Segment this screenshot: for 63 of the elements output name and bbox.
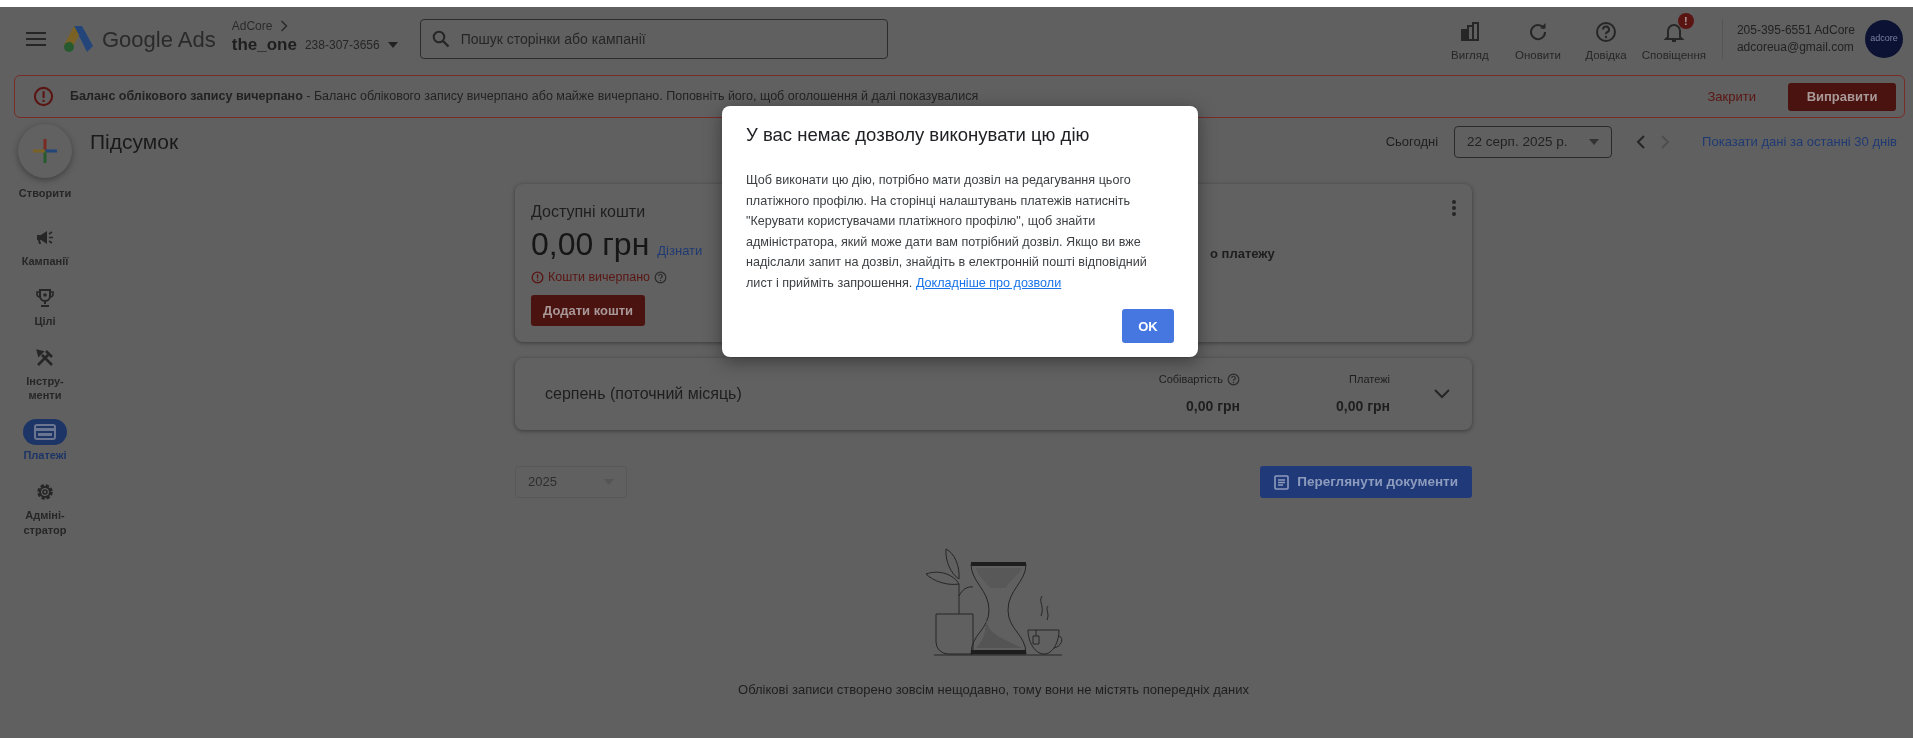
dismiss-button[interactable]: Закрити xyxy=(1701,85,1762,108)
tools-icon xyxy=(35,347,55,368)
learn-more-link[interactable]: Дізнати xyxy=(657,240,703,260)
column-label: Собівартість xyxy=(1158,372,1223,388)
document-icon xyxy=(1274,474,1290,490)
help-icon xyxy=(1594,21,1617,44)
create-button[interactable] xyxy=(18,124,72,178)
month-title: серпень (поточний місяць) xyxy=(545,384,742,404)
funds-status: Кошти вичерпано xyxy=(548,269,651,286)
logo-icon xyxy=(62,25,94,53)
chevron-left-icon[interactable] xyxy=(1636,135,1646,149)
fix-button[interactable]: Виправити xyxy=(1788,82,1896,111)
bar-chart-icon xyxy=(1458,21,1481,44)
notification-badge: ! xyxy=(1677,13,1694,30)
caret-icon xyxy=(1589,139,1600,145)
today-label: Сьогодні xyxy=(1385,133,1439,152)
card-title: Доступні кошти xyxy=(531,202,647,222)
add-funds-button[interactable]: Додати кошти xyxy=(531,294,646,326)
expand-icon[interactable] xyxy=(1434,389,1450,399)
plus-icon xyxy=(32,138,58,164)
bell-icon xyxy=(1662,21,1685,44)
sidebar-item[interactable]: Платежі xyxy=(5,419,85,464)
menu-button[interactable] xyxy=(26,32,46,46)
sidebar-item[interactable]: Адміні- стратор xyxy=(5,479,85,538)
sidebar-item[interactable]: Інстру- менти xyxy=(5,344,85,404)
trophy-icon xyxy=(35,287,55,308)
search-field[interactable]: Пошук сторінки або кампанії xyxy=(419,19,888,59)
empty-state-message: Облікові записи створено зовсім нещодавно, тому вони не містять попередніх даних xyxy=(738,681,1249,699)
avatar[interactable]: adcore xyxy=(1865,20,1903,58)
error-icon xyxy=(33,86,54,107)
card-icon xyxy=(34,424,56,441)
page-title: Підсумок xyxy=(90,129,179,155)
chevron-right-icon xyxy=(280,20,289,33)
column-value: 0,00 грн xyxy=(1336,396,1390,416)
sidebar-item[interactable]: Кампанії xyxy=(5,224,85,269)
balance-amount: 0,00 грн xyxy=(531,228,650,260)
ok-button[interactable]: OK xyxy=(1122,309,1174,344)
toolbar-button[interactable]: Сповіщення ! xyxy=(1639,13,1708,65)
account-info: 205-395-6551 AdCore xyxy=(1736,21,1855,39)
sidebar-item[interactable]: Цілі xyxy=(5,284,85,329)
help-icon[interactable] xyxy=(1227,373,1240,386)
search-icon xyxy=(431,30,450,48)
learn-more-link[interactable]: Докладніше про дозволи xyxy=(915,275,1062,290)
account-email: adcoreua@gmail.com xyxy=(1736,39,1855,56)
caret-icon xyxy=(387,42,398,48)
date-range-link[interactable]: Показати дані за останні 30 днів xyxy=(1702,132,1897,152)
gear-icon xyxy=(35,482,55,503)
column-value: 0,00 грн xyxy=(1186,396,1240,416)
alert-message: Баланс облікового запису вичерпано - Баланс облікового запису вичерпано або майже вичерпано. Поповніть його, щоб оголошення й далі показувалися xyxy=(70,88,979,106)
dialog-message: Щоб виконати цю дію, потрібно мати дозвіл на редагування цього платіжного профілю. На сторінці налаштувань платежів натисніть "Керувати користувачами платіжного профілю", щоб знайти адміністратора, який може дати вам потрібний дозвіл. Якщо ви вже надіслали запит на дозвіл, знайдіть в електронній пошті відповідний лист і прийміть запрошення. Докладніше про дозволи xyxy=(746,172,1148,292)
help-icon[interactable] xyxy=(654,270,668,284)
more-icon[interactable] xyxy=(1452,200,1456,216)
account-switcher[interactable]: the_one 238-307-3656 xyxy=(231,32,398,58)
date-picker[interactable]: 22 серп. 2025 р. xyxy=(1454,126,1613,158)
column-label: Платежі xyxy=(1349,372,1390,388)
dialog-title: У вас немає дозволу виконувати цю дію xyxy=(746,124,1091,147)
toolbar-button[interactable]: Оновити xyxy=(1503,13,1572,65)
payment-info: о платежу xyxy=(1210,245,1275,263)
view-documents-button[interactable]: Переглянути документи xyxy=(1260,466,1472,498)
toolbar-button[interactable]: Довідка xyxy=(1571,13,1640,65)
toolbar-button[interactable]: Вигляд xyxy=(1435,13,1504,65)
create-label: Створити xyxy=(17,186,73,201)
error-icon xyxy=(531,270,544,284)
